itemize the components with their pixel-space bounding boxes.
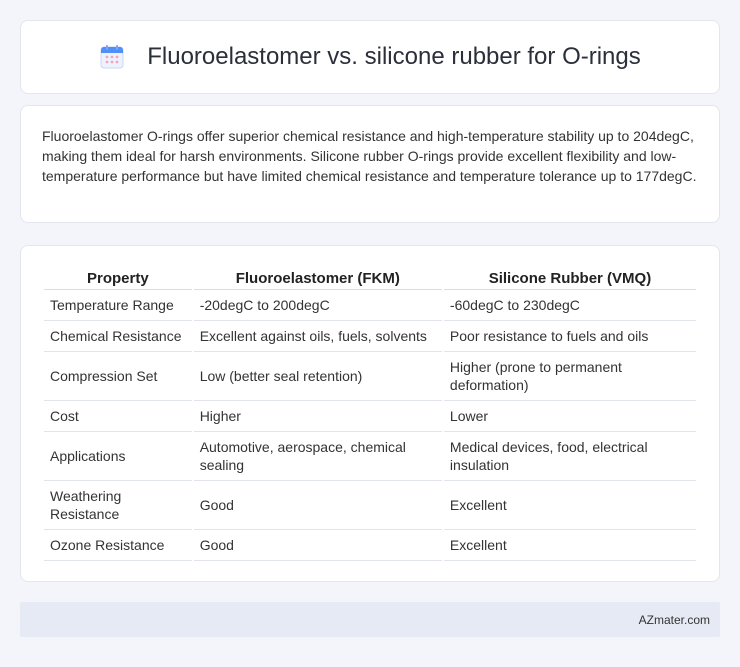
intro-card: Fluoroelastomer O-rings offer superior c… [20, 105, 720, 223]
row-vmq-value: Higher (prone to permanent deformation) [443, 352, 696, 401]
footer: AZmater.com [20, 602, 720, 637]
table-row: Applications Automotive, aerospace, chem… [44, 432, 696, 481]
header-fkm: Fluoroelastomer (FKM) [193, 266, 442, 290]
table-row: Cost Higher Lower [44, 401, 696, 432]
row-fkm-value: Good [193, 530, 442, 561]
row-fkm-value: Excellent against oils, fuels, solvents [193, 321, 442, 352]
comparison-table: Property Fluoroelastomer (FKM) Silicone … [42, 266, 698, 561]
title-card: Fluoroelastomer vs. silicone rubber for … [20, 20, 720, 94]
table-row: Temperature Range -20degC to 200degC -60… [44, 290, 696, 321]
row-property: Cost [44, 401, 192, 432]
row-property: Chemical Resistance [44, 321, 192, 352]
row-fkm-value: Low (better seal retention) [193, 352, 442, 401]
table-row: Chemical Resistance Excellent against oi… [44, 321, 696, 352]
row-fkm-value: -20degC to 200degC [193, 290, 442, 321]
row-vmq-value: Lower [443, 401, 696, 432]
calendar-icon [99, 44, 125, 70]
intro-text: Fluoroelastomer O-rings offer superior c… [42, 128, 697, 184]
row-vmq-value: Medical devices, food, electrical insula… [443, 432, 696, 481]
table-row: Compression Set Low (better seal retenti… [44, 352, 696, 401]
row-property: Compression Set [44, 352, 192, 401]
header-vmq: Silicone Rubber (VMQ) [443, 266, 696, 290]
row-property: Applications [44, 432, 192, 481]
footer-brand: AZmater.com [638, 612, 710, 627]
row-property: Ozone Resistance [44, 530, 192, 561]
comparison-card: Property Fluoroelastomer (FKM) Silicone … [20, 245, 720, 582]
header-property: Property [44, 266, 192, 290]
page-title: Fluoroelastomer vs. silicone rubber for … [147, 43, 641, 70]
row-property: Temperature Range [44, 290, 192, 321]
row-fkm-value: Automotive, aerospace, chemical sealing [193, 432, 442, 481]
row-fkm-value: Higher [193, 401, 442, 432]
table-row: Ozone Resistance Good Excellent [44, 530, 696, 561]
row-vmq-value: Excellent [443, 481, 696, 530]
table-row: Weathering Resistance Good Excellent [44, 481, 696, 530]
row-property: Weathering Resistance [44, 481, 192, 530]
table-header-row: Property Fluoroelastomer (FKM) Silicone … [44, 266, 696, 290]
row-vmq-value: Poor resistance to fuels and oils [443, 321, 696, 352]
row-vmq-value: Excellent [443, 530, 696, 561]
row-fkm-value: Good [193, 481, 442, 530]
row-vmq-value: -60degC to 230degC [443, 290, 696, 321]
